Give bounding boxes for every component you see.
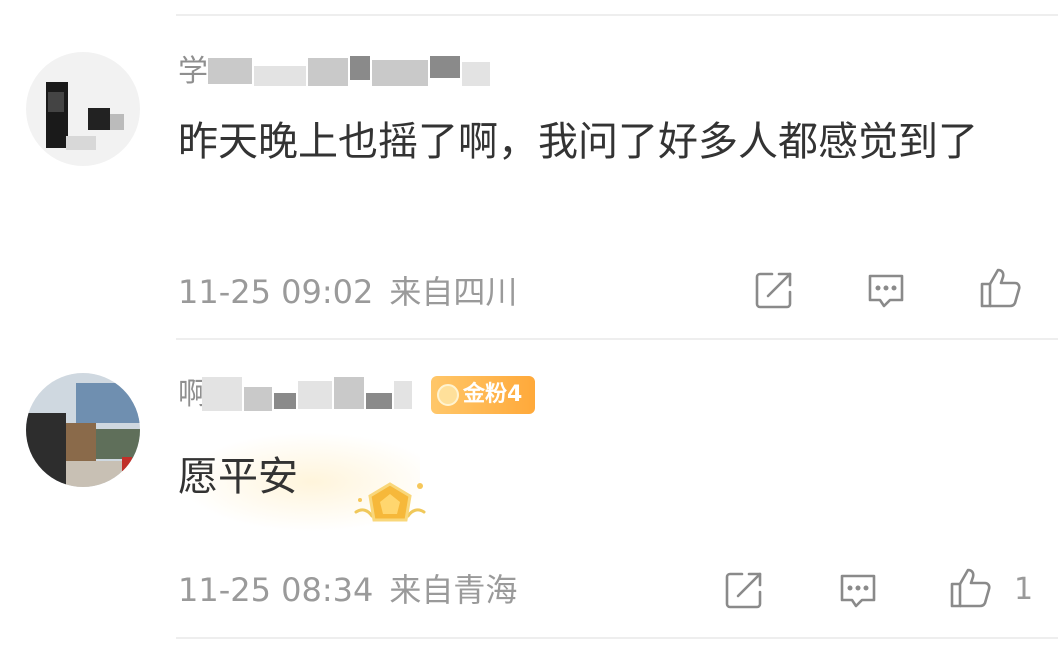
username-blur (274, 393, 296, 409)
location: 来自青海 (389, 571, 518, 609)
username-blur (366, 393, 392, 409)
thumbs-up-icon (950, 568, 991, 608)
username-blur (244, 387, 272, 411)
comment-icon (868, 274, 904, 308)
username[interactable]: 啊 (178, 375, 428, 415)
username[interactable]: 学 (178, 52, 498, 92)
share-button[interactable] (750, 266, 798, 314)
comment-meta: 11-25 09:02 来自四川 (178, 272, 517, 312)
like-button[interactable] (946, 564, 994, 612)
comment-text: 愿平安 (178, 454, 298, 500)
like-count: 1 (1014, 572, 1034, 607)
location: 来自四川 (389, 273, 518, 311)
username-blur (254, 66, 306, 86)
username-blur (350, 56, 370, 80)
share-button[interactable] (720, 566, 768, 614)
reply-button[interactable] (834, 566, 882, 614)
username-blur (394, 381, 412, 409)
thumbs-up-icon (980, 268, 1021, 308)
comment-meta: 11-25 08:34 来自青海 (178, 570, 517, 610)
username-visible-text: 学 (178, 54, 208, 89)
reply-button[interactable] (862, 266, 910, 314)
like-button[interactable] (976, 264, 1024, 312)
timestamp: 11-25 09:02 (178, 273, 374, 311)
bottom-divider (176, 637, 1058, 639)
share-icon (755, 272, 792, 309)
fan-badge-label: 金粉4 (463, 382, 523, 407)
fan-badge[interactable]: 金粉4 (431, 376, 535, 414)
timestamp: 11-25 08:34 (178, 571, 374, 609)
crown-icon (437, 384, 459, 406)
username-blur (372, 60, 428, 86)
username-blur (208, 58, 252, 84)
username-blur (308, 58, 348, 86)
comment-icon (840, 574, 876, 608)
share-icon (725, 572, 762, 609)
avatar[interactable] (26, 373, 140, 487)
username-blur (202, 377, 242, 411)
username-blur (298, 381, 332, 409)
username-blur (430, 56, 460, 78)
comment-item: 学 昨天晚上也摇了啊，我问了好多人都感觉到了 11-25 09:02 来自四川 (0, 0, 1058, 340)
comment-text: 昨天晚上也摇了啊，我问了好多人都感觉到了 (178, 119, 978, 165)
username-blur (462, 62, 490, 86)
username-blur (334, 377, 364, 409)
avatar[interactable] (26, 52, 140, 166)
